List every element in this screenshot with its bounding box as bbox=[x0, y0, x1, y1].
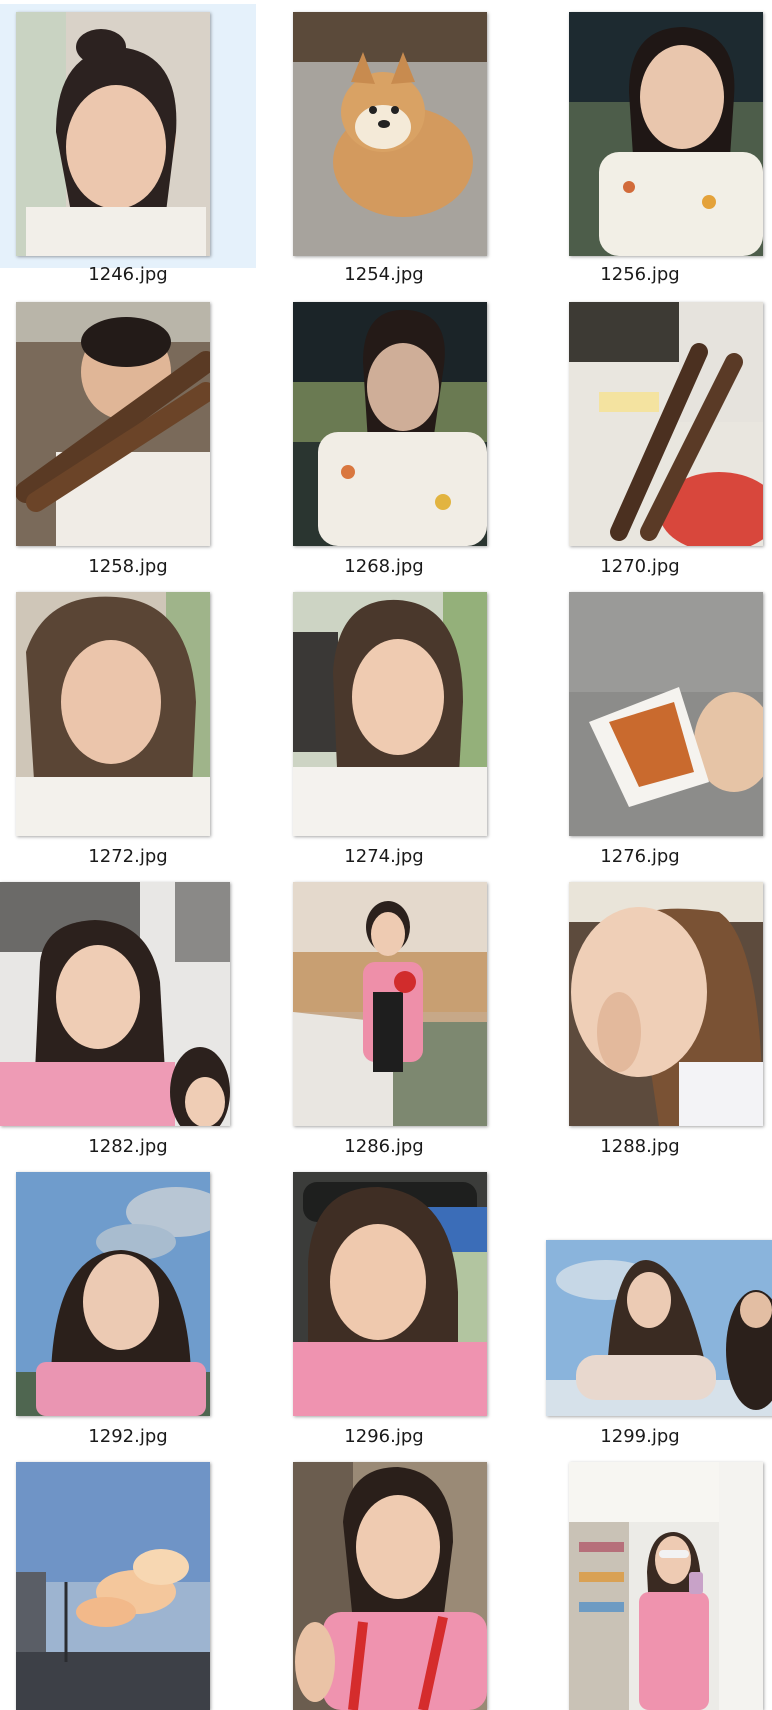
file-name: 1258.jpg bbox=[88, 556, 168, 577]
file-tile[interactable]: 1272.jpg bbox=[0, 584, 256, 874]
thumbnail-image bbox=[569, 882, 763, 1126]
thumbnail-image bbox=[569, 592, 763, 836]
file-tile[interactable]: 1299.jpg bbox=[512, 1164, 772, 1454]
file-tile[interactable]: 1268.jpg bbox=[256, 294, 512, 584]
file-name: 1276.jpg bbox=[600, 846, 680, 867]
file-name: 1246.jpg bbox=[88, 264, 168, 285]
file-name: 1272.jpg bbox=[88, 846, 168, 867]
file-name: 1270.jpg bbox=[600, 556, 680, 577]
file-name: 1254.jpg bbox=[344, 264, 424, 285]
thumbnail-image bbox=[293, 882, 487, 1126]
thumbnail-image bbox=[293, 1462, 487, 1710]
file-tile[interactable]: 1254.jpg bbox=[256, 4, 512, 294]
thumbnail-image bbox=[16, 1462, 210, 1710]
file-name: 1274.jpg bbox=[344, 846, 424, 867]
file-name: 1299.jpg bbox=[600, 1426, 680, 1447]
thumbnail-image bbox=[569, 302, 763, 546]
file-name: 1288.jpg bbox=[600, 1136, 680, 1157]
thumbnail-image bbox=[16, 1172, 210, 1416]
file-tile[interactable]: 1256.jpg bbox=[512, 4, 768, 294]
thumbnail-image bbox=[569, 12, 763, 256]
file-tile[interactable]: 1274.jpg bbox=[256, 584, 512, 874]
file-name: 1268.jpg bbox=[344, 556, 424, 577]
thumbnail-image bbox=[16, 592, 210, 836]
file-tile[interactable]: 1282.jpg bbox=[0, 874, 256, 1164]
thumbnail-image bbox=[293, 302, 487, 546]
file-tile[interactable]: 1246.jpg bbox=[0, 4, 256, 285]
file-name: 1256.jpg bbox=[600, 264, 680, 285]
file-tile[interactable]: 1292.jpg bbox=[0, 1164, 256, 1454]
file-tile[interactable]: 1258.jpg bbox=[0, 294, 256, 584]
thumbnail-image bbox=[293, 1172, 487, 1416]
thumbnail-image bbox=[16, 302, 210, 546]
file-tile[interactable] bbox=[512, 1454, 768, 1710]
thumbnail-grid: 1246.jpg 1254.jpg 1256.jpg 1258.jpg 1268… bbox=[0, 0, 772, 1710]
thumbnail-image bbox=[16, 12, 210, 256]
file-tile[interactable]: 1288.jpg bbox=[512, 874, 768, 1164]
file-tile[interactable]: 1270.jpg bbox=[512, 294, 768, 584]
file-name: 1282.jpg bbox=[88, 1136, 168, 1157]
file-tile[interactable] bbox=[0, 1454, 256, 1710]
file-name: 1292.jpg bbox=[88, 1426, 168, 1447]
file-name: 1286.jpg bbox=[344, 1136, 424, 1157]
thumbnail-image bbox=[546, 1240, 772, 1416]
file-tile[interactable]: 1296.jpg bbox=[256, 1164, 512, 1454]
thumbnail-image bbox=[0, 882, 230, 1126]
thumbnail-image bbox=[293, 592, 487, 836]
file-tile[interactable]: 1276.jpg bbox=[512, 584, 768, 874]
thumbnail-image bbox=[569, 1462, 763, 1710]
file-tile[interactable] bbox=[256, 1454, 512, 1710]
file-tile[interactable]: 1286.jpg bbox=[256, 874, 512, 1164]
file-name: 1296.jpg bbox=[344, 1426, 424, 1447]
thumbnail-image bbox=[293, 12, 487, 256]
